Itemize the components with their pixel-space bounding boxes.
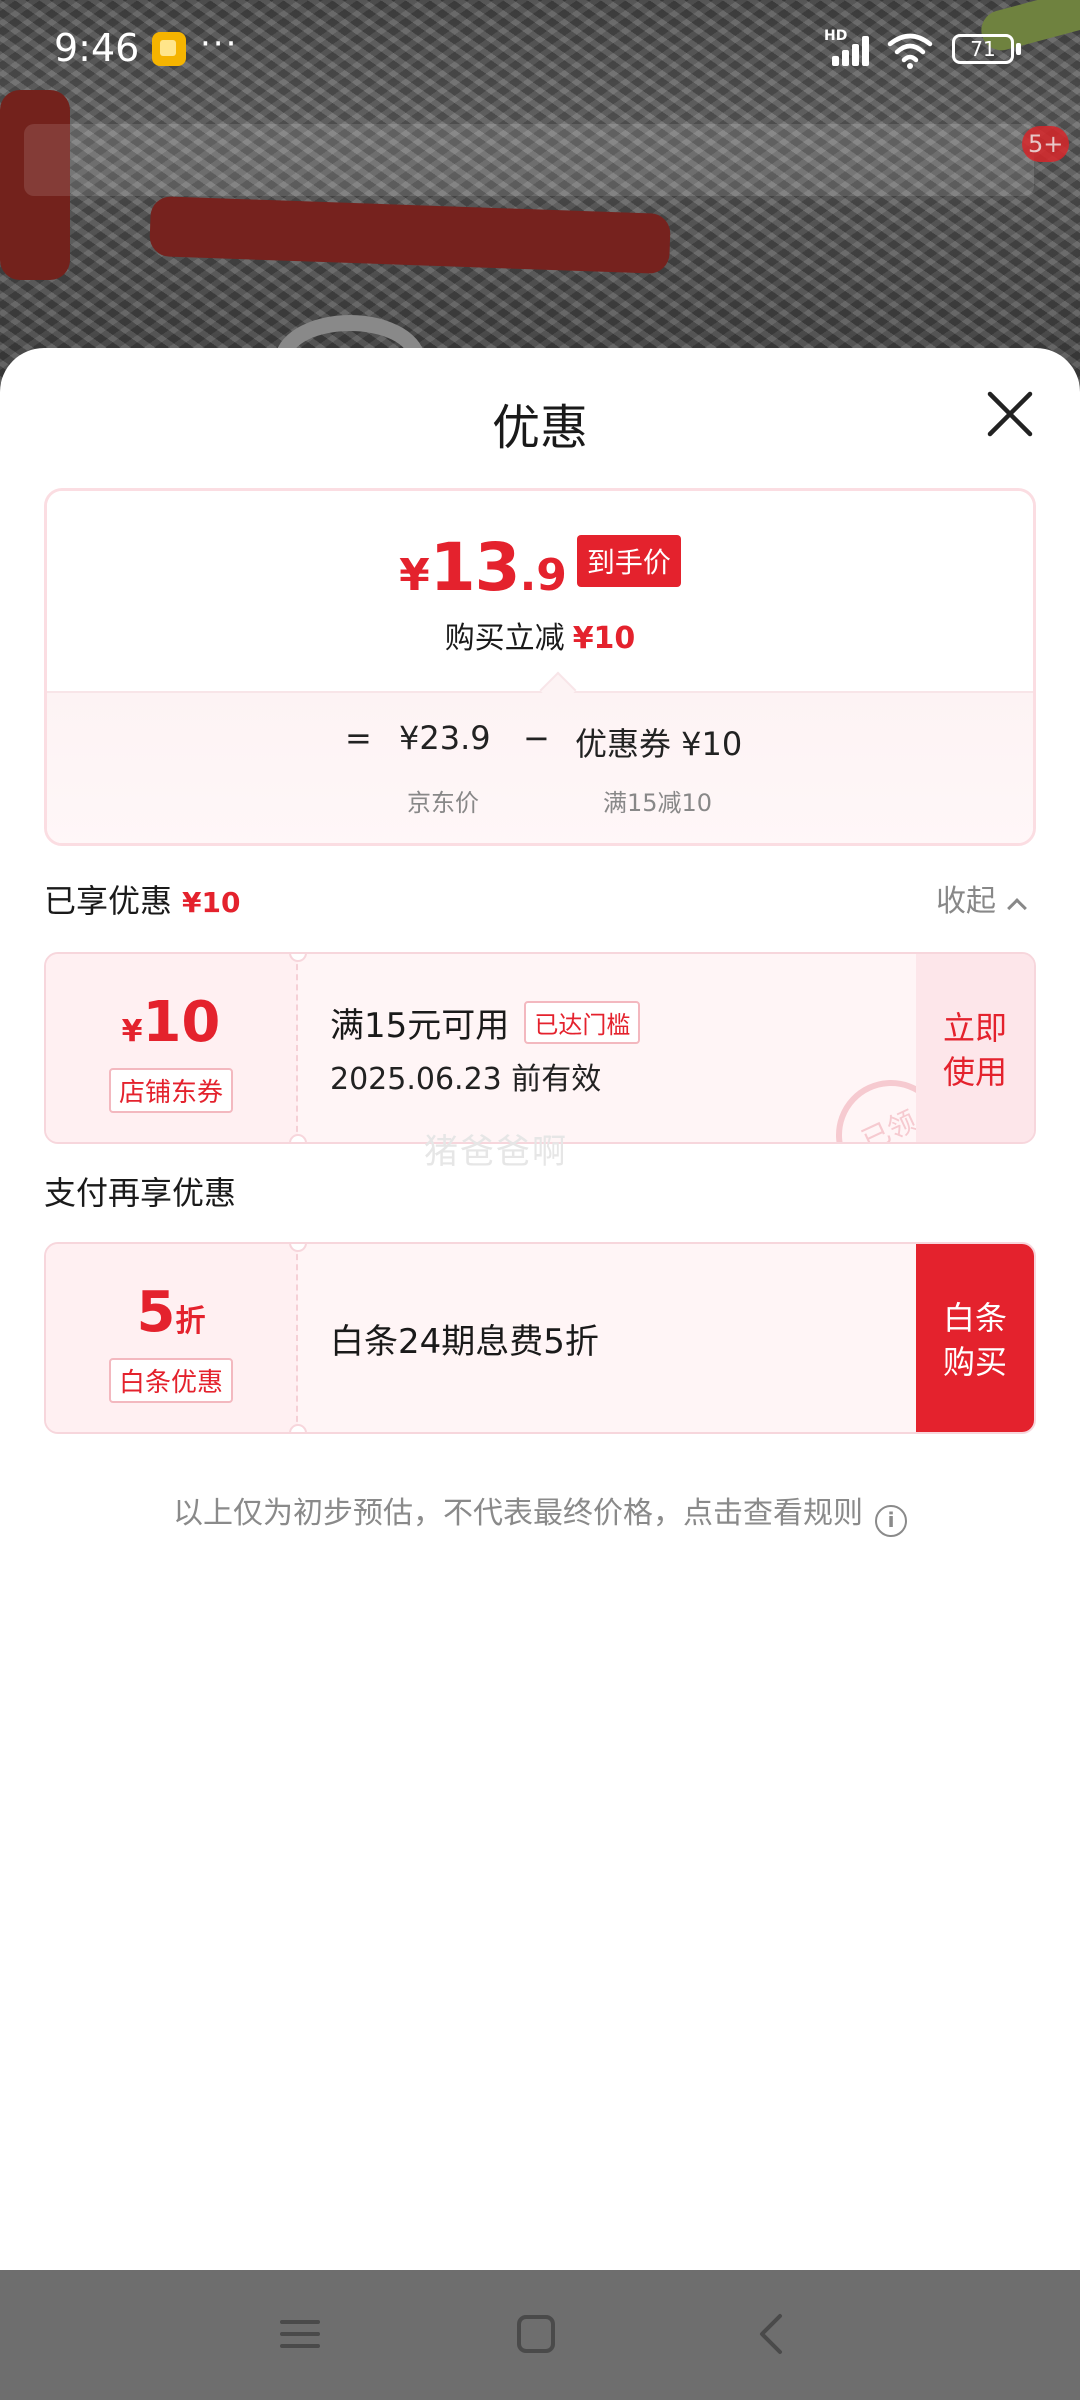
close-icon[interactable] bbox=[980, 384, 1040, 444]
more-notifications-icon: ··· bbox=[200, 24, 239, 64]
baitiao-buy-label: 白条购买 bbox=[942, 1299, 1007, 1381]
ticket-notch bbox=[289, 1134, 307, 1142]
collapse-button[interactable]: 收起 bbox=[936, 876, 1027, 920]
battery-cap bbox=[1016, 43, 1021, 55]
collapse-label: 收起 bbox=[936, 884, 996, 919]
baitiao-type-tag: 白条优惠 bbox=[108, 1358, 234, 1403]
final-price-tag: 到手价 bbox=[576, 535, 681, 587]
use-now-button[interactable]: 立即使用 bbox=[916, 954, 1034, 1142]
threshold-reached-tag: 已达门槛 bbox=[524, 1001, 641, 1044]
baitiao-discount-card: 5折 白条优惠 白条24期息费5折 白条购买 bbox=[44, 1242, 1036, 1434]
instant-discount-amount: ¥10 bbox=[572, 621, 636, 656]
baitiao-buy-button[interactable]: 白条购买 bbox=[916, 1244, 1034, 1432]
coupon-type-tag: 店铺东券 bbox=[108, 1068, 234, 1113]
chevron-up-icon bbox=[1007, 898, 1027, 918]
enjoyed-discount-title: 已享优惠 bbox=[44, 882, 173, 920]
signal-icon bbox=[832, 34, 876, 66]
battery-icon: 71 bbox=[952, 34, 1014, 64]
watermark: 猪爸爸啊 bbox=[424, 1132, 568, 1172]
discount-unit: 折 bbox=[175, 1304, 206, 1339]
sheet-title: 优惠 bbox=[491, 400, 588, 456]
coupon-amount: 10 bbox=[142, 990, 221, 1055]
navigation-bar bbox=[0, 2270, 1080, 2400]
instant-discount: 购买立减 ¥10 bbox=[47, 613, 1033, 657]
back-icon[interactable] bbox=[742, 2304, 802, 2364]
enjoyed-discount-amount: ¥10 bbox=[182, 886, 241, 919]
discount-value: 5折 bbox=[46, 1280, 296, 1345]
coupon-value: ¥10 bbox=[46, 990, 296, 1055]
discount-sheet: 优惠 ¥13.9 到手价 购买立减 ¥10 = ¥23.9 − 优惠券 ¥10 京东… bbox=[0, 348, 1080, 2270]
formula-minus: − bbox=[523, 719, 550, 757]
discount-number: 5 bbox=[136, 1280, 176, 1345]
enjoyed-discount-heading: 已享优惠 ¥10 bbox=[44, 876, 240, 922]
price-summary-card: ¥13.9 到手价 购买立减 ¥10 = ¥23.9 − 优惠券 ¥10 京东价 满… bbox=[44, 488, 1036, 846]
coupon-condition-row: 满15元可用 已达门槛 bbox=[330, 998, 641, 1047]
notification-app-icon bbox=[152, 32, 186, 66]
coupon-caption: 满15减10 bbox=[603, 789, 713, 817]
dimmed-search-bar bbox=[24, 124, 1034, 196]
disclaimer-text: 以上仅为初步预估，不代表最终价格，点击查看规则 bbox=[173, 1496, 863, 1531]
info-icon: i bbox=[875, 1505, 907, 1537]
discount-value-panel: 5折 白条优惠 bbox=[46, 1244, 298, 1432]
final-price-currency: ¥ bbox=[399, 550, 430, 601]
formula-equals: = bbox=[345, 719, 372, 757]
jd-price: ¥23.9 bbox=[399, 719, 491, 757]
coupon-condition: 满15元可用 bbox=[330, 1006, 510, 1046]
status-bar: 9:46 ··· HD 71 bbox=[0, 0, 1080, 100]
baitiao-description: 白条24期息费5折 bbox=[330, 1322, 599, 1362]
cart-count-badge: 5+ bbox=[1022, 126, 1070, 162]
coupon-validity: 2025.06.23 前有效 bbox=[330, 1062, 602, 1097]
coupon-value-panel: ¥10 店铺东券 bbox=[46, 954, 298, 1142]
shop-coupon-card: ¥10 店铺东券 满15元可用 已达门槛 2025.06.23 前有效 已领 立… bbox=[44, 952, 1036, 1144]
price-formula: = ¥23.9 − 优惠券 ¥10 bbox=[47, 719, 1033, 769]
rules-link[interactable]: 以上仅为初步预估，不代表最终价格，点击查看规则 i bbox=[0, 1488, 1080, 1537]
menu-icon[interactable] bbox=[270, 2304, 330, 2364]
coupon-currency: ¥ bbox=[121, 1014, 143, 1049]
wifi-icon bbox=[887, 33, 933, 69]
jd-price-caption: 京东价 bbox=[407, 789, 479, 817]
use-now-label: 立即使用 bbox=[942, 1009, 1007, 1091]
home-icon[interactable] bbox=[506, 2304, 566, 2364]
final-price-decimal: .9 bbox=[519, 550, 567, 601]
instant-discount-label: 购买立减 bbox=[444, 621, 565, 656]
final-price-integer: 13 bbox=[429, 529, 521, 606]
coupon-deduction: 优惠券 ¥10 bbox=[575, 725, 743, 763]
status-time: 9:46 bbox=[54, 26, 140, 70]
final-price: ¥13.9 到手价 bbox=[47, 529, 1033, 606]
ticket-notch bbox=[289, 1424, 307, 1432]
payment-discount-heading: 支付再享优惠 bbox=[44, 1174, 237, 1212]
